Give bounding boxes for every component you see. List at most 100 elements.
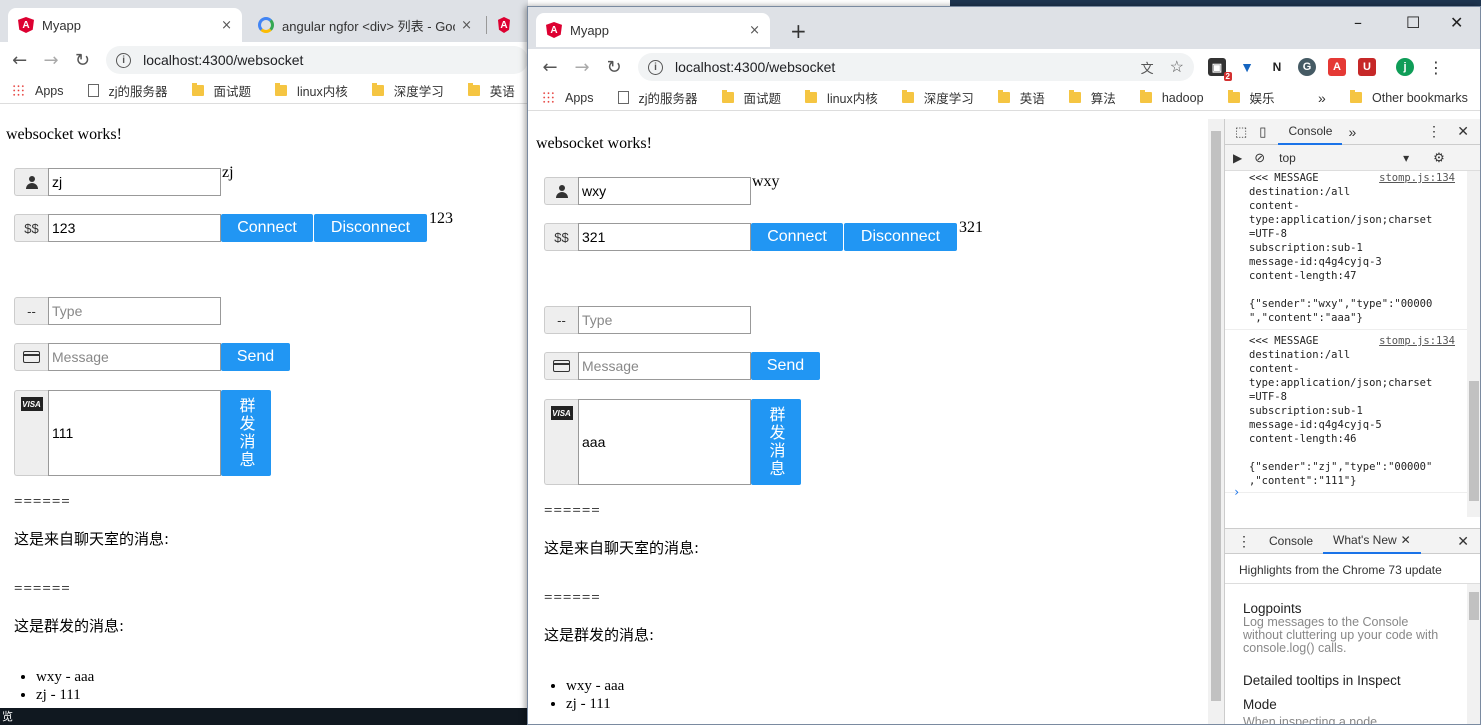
info-icon[interactable]: i [116, 52, 132, 68]
vue-devtools-icon[interactable]: ▼ [1238, 58, 1256, 76]
sidebar-toggle-icon[interactable]: ▶ [1233, 151, 1242, 165]
bookmark-item[interactable]: zj的服务器 [87, 81, 168, 100]
broadcast-button[interactable]: 群发消息 [221, 390, 271, 476]
other-bookmarks[interactable]: Other bookmarks [1350, 90, 1468, 105]
back-browser-window: A Myapp × angular ngfor <div> 列表 - Goog … [0, 0, 528, 725]
reload-icon[interactable]: ↻ [67, 50, 98, 71]
settings-gear-icon[interactable]: ⚙ [1433, 150, 1445, 166]
close-tab-icon[interactable]: × [749, 23, 760, 38]
bookmark-item[interactable]: 英语 [997, 88, 1045, 107]
message-input[interactable]: Message [48, 343, 221, 371]
info-icon[interactable]: i [648, 59, 663, 75]
tab-angular[interactable]: A A [488, 8, 528, 42]
pdf-icon[interactable]: A [1328, 58, 1346, 76]
bookmark-item[interactable]: 娱乐 [1227, 88, 1275, 107]
folder-icon [1139, 90, 1152, 103]
devtools-menu-icon[interactable]: ⋮ [1427, 123, 1441, 140]
star-icon[interactable]: ☆ [1170, 57, 1184, 77]
type-input[interactable]: Type [578, 306, 751, 334]
broadcast-button[interactable]: 群发消息 [751, 399, 801, 485]
context-select[interactable]: top ▾ [1279, 151, 1409, 165]
whats-new-scrollbar[interactable] [1467, 584, 1480, 724]
bookmark-item[interactable]: 面试题 [191, 81, 251, 100]
page-scrollbar[interactable] [1208, 119, 1224, 724]
menu-kebab-icon[interactable]: ⋮ [1428, 58, 1444, 77]
bookmark-item[interactable]: hadoop [1139, 90, 1204, 105]
translate-icon[interactable]: 文 [1141, 58, 1154, 77]
separator-1: ====== [14, 494, 71, 510]
bookmark-apps[interactable]: Apps [12, 84, 64, 98]
notion-icon[interactable]: N [1268, 58, 1286, 76]
minimize-button[interactable]: – [1354, 13, 1362, 32]
clear-console-icon[interactable]: ⊘ [1254, 150, 1265, 166]
address-bar[interactable]: i localhost:4300/websocket 文 ☆ [638, 53, 1194, 81]
disconnect-button[interactable]: Disconnect [844, 223, 957, 251]
money-input[interactable]: 321 [578, 223, 751, 251]
tab-myapp[interactable]: A Myapp × [536, 13, 770, 47]
forward-arrow-icon[interactable]: → [35, 50, 66, 71]
drawer-close-icon[interactable]: ✕ [1457, 533, 1469, 550]
address-bar[interactable]: i localhost:4300/websocket [106, 46, 528, 74]
whats-new-item[interactable]: Logpoints Log messages to the Console wi… [1243, 601, 1443, 655]
devtools-close-icon[interactable]: ✕ [1457, 123, 1469, 140]
whats-new-item[interactable]: Mode When inspecting a node, [1243, 697, 1443, 724]
back-arrow-icon[interactable]: ← [4, 50, 35, 71]
scrollbar-thumb[interactable] [1469, 592, 1479, 620]
new-tab-button[interactable]: + [790, 19, 807, 43]
avatar[interactable]: j [1396, 58, 1414, 76]
tab-console[interactable]: Console [1278, 119, 1343, 145]
bookmark-item[interactable]: 算法 [1068, 88, 1116, 107]
type-group: -- Type [14, 297, 221, 325]
reload-icon[interactable]: ↻ [598, 57, 630, 78]
back-arrow-icon[interactable]: ← [534, 57, 566, 78]
maximize-button[interactable]: ☐ [1406, 13, 1420, 32]
github-icon[interactable]: G [1298, 58, 1316, 76]
folder-icon [1350, 90, 1362, 103]
bookmark-item[interactable]: 深度学习 [901, 88, 974, 107]
close-tab-icon[interactable]: ✕ [1401, 533, 1411, 547]
disconnect-button[interactable]: Disconnect [314, 214, 427, 242]
type-input[interactable]: Type [48, 297, 221, 325]
send-button[interactable]: Send [751, 352, 820, 380]
send-button[interactable]: Send [221, 343, 290, 371]
more-tabs-button[interactable]: » [1348, 124, 1356, 140]
bookmark-apps[interactable]: Apps [542, 91, 594, 105]
money-input[interactable]: 123 [48, 214, 221, 242]
scrollbar-thumb[interactable] [1211, 131, 1221, 701]
whats-new-item[interactable]: Detailed tooltips in Inspect [1243, 673, 1443, 688]
connect-button[interactable]: Connect [221, 214, 313, 242]
bookmark-item[interactable]: linux内核 [805, 88, 878, 107]
close-window-button[interactable]: ✕ [1450, 13, 1463, 32]
drawer-tab-whats-new[interactable]: What's New ✕ [1323, 528, 1421, 554]
tab-google[interactable]: angular ngfor <div> 列表 - Goog × [248, 8, 482, 42]
shield-icon[interactable]: U [1358, 58, 1376, 76]
bookmarks-overflow-button[interactable]: » [1318, 90, 1326, 106]
extension-icon[interactable]: ▣ 2 [1208, 58, 1232, 81]
drawer-tab-console[interactable]: Console [1259, 528, 1323, 554]
bookmark-item[interactable]: 面试题 [721, 88, 781, 107]
scrollbar-thumb[interactable] [1469, 381, 1479, 501]
bookmark-item[interactable]: 英语 [467, 81, 515, 100]
broadcast-textarea[interactable]: 111 [48, 390, 221, 476]
forward-arrow-icon[interactable]: → [566, 57, 598, 78]
bookmark-item[interactable]: 深度学习 [371, 81, 444, 100]
log-source-link[interactable]: stomp.js:134 [1379, 334, 1455, 348]
tab-myapp[interactable]: A Myapp × [8, 8, 242, 42]
bookmark-item[interactable]: linux内核 [275, 81, 348, 100]
drawer-menu-icon[interactable]: ⋮ [1237, 533, 1251, 550]
console-prompt[interactable]: › [1233, 485, 1240, 499]
close-tab-icon[interactable]: × [221, 18, 232, 33]
device-toolbar-icon[interactable]: ▯ [1259, 124, 1266, 140]
close-tab-icon[interactable]: × [461, 18, 472, 33]
name-input[interactable]: zj [48, 168, 221, 196]
broadcast-textarea[interactable]: aaa [578, 399, 751, 485]
name-input[interactable]: wxy [578, 177, 751, 205]
name-echo: wxy [752, 173, 780, 190]
message-input[interactable]: Message [578, 352, 751, 380]
bookmark-item[interactable]: zj的服务器 [617, 88, 698, 107]
connect-button[interactable]: Connect [751, 223, 843, 251]
inspect-element-icon[interactable]: ⬚ [1235, 124, 1247, 140]
log-source-link[interactable]: stomp.js:134 [1379, 171, 1455, 185]
name-group: zj zj [14, 164, 234, 196]
console-scrollbar[interactable] [1467, 171, 1480, 517]
